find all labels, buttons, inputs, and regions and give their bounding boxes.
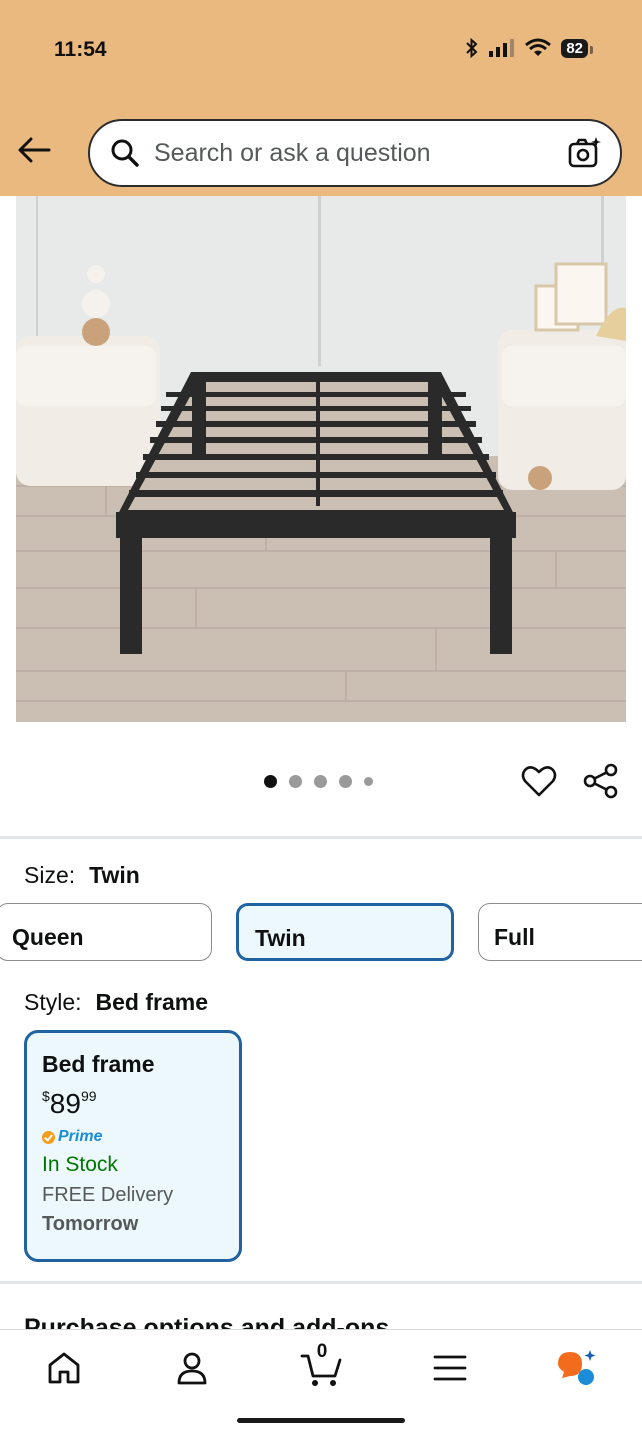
style-label-text: Style: [24, 989, 82, 1015]
section-divider [0, 1281, 642, 1284]
bed-frame-photo [16, 196, 626, 722]
style-label: Style: Bed frame [24, 989, 208, 1016]
style-selected-value: Bed frame [95, 989, 209, 1015]
stock-status: In Stock [42, 1153, 118, 1176]
nav-cart[interactable]: 0 [290, 1341, 354, 1392]
camera-search-icon[interactable] [568, 136, 602, 170]
prime-text: Prime [58, 1128, 103, 1145]
price-fraction: 99 [80, 1088, 97, 1104]
carousel-dot[interactable] [339, 775, 352, 788]
back-arrow-icon [18, 137, 51, 163]
carousel-dot[interactable] [289, 775, 302, 788]
share-icon[interactable] [582, 762, 620, 800]
cart-count: 0 [316, 1341, 328, 1362]
back-button[interactable] [14, 130, 54, 170]
home-icon [48, 1352, 80, 1384]
nav-home[interactable] [32, 1344, 96, 1392]
heart-icon[interactable] [520, 762, 558, 800]
bottom-navigation: 0 [0, 1329, 642, 1440]
search-bar[interactable] [88, 119, 622, 187]
status-time: 11:54 [54, 38, 107, 61]
price-whole: 89 [49, 1088, 81, 1119]
product-image[interactable] [16, 196, 626, 722]
size-label: Size: Twin [24, 862, 140, 889]
menu-icon [433, 1355, 467, 1381]
top-bar: 11:54 82 [0, 0, 642, 196]
nav-account[interactable] [160, 1344, 224, 1392]
search-icon [111, 139, 139, 167]
delivery-day: Tomorrow [42, 1213, 139, 1235]
section-divider [0, 836, 642, 839]
delivery-text: FREE Delivery [42, 1184, 174, 1206]
prime-badge: Prime [42, 1128, 239, 1146]
prime-check-icon [42, 1130, 55, 1144]
size-option-twin[interactable]: Twin [236, 903, 454, 961]
size-label-text: Size: [24, 862, 76, 888]
purchase-options-heading: Purchase options and add-ons [24, 1314, 390, 1330]
style-option-name: Bed frame [42, 1051, 155, 1077]
image-carousel-dots [264, 775, 373, 788]
nav-rufus-assistant[interactable] [546, 1344, 610, 1392]
home-indicator [237, 1418, 405, 1423]
carousel-dot[interactable] [264, 775, 277, 788]
battery-indicator: 82 [561, 38, 593, 58]
assistant-chat-icon [558, 1350, 596, 1385]
bluetooth-icon [466, 38, 478, 58]
person-icon [177, 1352, 207, 1385]
search-input[interactable] [154, 138, 568, 168]
signal-icon [489, 39, 515, 57]
size-option-queen[interactable]: Queen [0, 903, 212, 961]
size-selected-value: Twin [89, 862, 140, 888]
price: $8999 [42, 1088, 239, 1120]
size-option-full[interactable]: Full [478, 903, 642, 961]
style-option-bed-frame[interactable]: Bed frame $8999 Prime In Stock FREE Deli… [24, 1030, 242, 1262]
carousel-dot[interactable] [314, 775, 327, 788]
status-icons: 82 [465, 38, 593, 58]
nav-menu[interactable] [418, 1344, 482, 1392]
price-currency: $ [42, 1088, 50, 1104]
carousel-dot[interactable] [364, 777, 373, 786]
wifi-icon [525, 38, 552, 56]
